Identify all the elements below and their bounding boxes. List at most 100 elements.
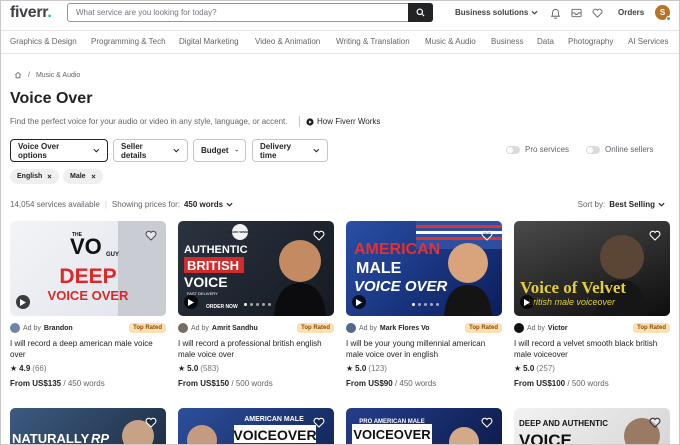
thumb-text: VOICEOVER bbox=[353, 427, 431, 442]
gig-thumbnail[interactable]: THE VO GUY DEEP VOICE OVER bbox=[10, 221, 166, 316]
seller-name[interactable]: Amrit Sandhu bbox=[212, 325, 258, 332]
favorite-heart-icon[interactable] bbox=[648, 228, 662, 242]
category-link[interactable]: Writing & Translation bbox=[336, 37, 410, 46]
filter-chip-english: English bbox=[10, 169, 60, 184]
search-input[interactable] bbox=[68, 4, 408, 21]
divider bbox=[299, 116, 300, 127]
favorite-heart-icon[interactable] bbox=[312, 228, 326, 242]
filter-label: Voice Over options bbox=[18, 141, 60, 160]
gig-card-partial[interactable]: DEEP AND AUTHENTIC VOICE bbox=[514, 408, 670, 444]
gig-card[interactable]: AMERICAN MALE VOICE OVER Ad by Mark Flor… bbox=[346, 221, 502, 388]
gig-card[interactable]: AWARD WINNING AUTHENTIC BRITISH VOICE FA… bbox=[178, 221, 334, 388]
online-sellers-toggle[interactable]: Online sellers bbox=[586, 145, 653, 154]
close-icon[interactable] bbox=[91, 174, 96, 179]
play-icon[interactable] bbox=[16, 295, 30, 309]
seller-avatar[interactable] bbox=[514, 323, 524, 333]
category-link[interactable]: Music & Audio bbox=[425, 37, 476, 46]
rating: ★ 5.0 (257) bbox=[514, 364, 555, 373]
search-button[interactable] bbox=[408, 3, 433, 22]
user-avatar[interactable]: S bbox=[655, 5, 671, 21]
seller-row: Ad by Mark Flores Vo Top Rated bbox=[346, 322, 502, 334]
gig-thumbnail[interactable]: Voice of Velvet british male voiceover bbox=[514, 221, 670, 316]
play-icon[interactable] bbox=[184, 295, 198, 309]
toggle-switch[interactable] bbox=[506, 145, 520, 154]
favorite-heart-icon[interactable] bbox=[648, 415, 662, 429]
gig-card-partial[interactable]: NATURALLY RP bbox=[10, 408, 166, 444]
gig-card-partial[interactable]: PRO AMERICAN MALE VOICEOVER bbox=[346, 408, 502, 444]
filter-label: Delivery time bbox=[260, 141, 292, 160]
category-link[interactable]: Photography bbox=[568, 37, 613, 46]
gig-title[interactable]: I will record a deep american male voice… bbox=[10, 338, 166, 360]
thumb-text: AMERICAN bbox=[354, 241, 440, 258]
page-subtitle: Find the perfect voice for your audio or… bbox=[10, 117, 288, 126]
seller-name[interactable]: Victor bbox=[548, 325, 568, 332]
gig-thumbnail[interactable]: AWARD WINNING AUTHENTIC BRITISH VOICE FA… bbox=[178, 221, 334, 316]
filter-label: Seller details bbox=[121, 141, 147, 160]
bell-icon[interactable] bbox=[549, 7, 561, 19]
review-count: (583) bbox=[200, 364, 219, 373]
ad-label: Ad by bbox=[191, 324, 209, 332]
play-icon[interactable] bbox=[520, 295, 534, 309]
review-count: (66) bbox=[32, 364, 47, 373]
category-link[interactable]: Graphics & Design bbox=[10, 37, 77, 46]
seller-avatar[interactable] bbox=[10, 323, 20, 333]
carousel-dots[interactable] bbox=[412, 303, 439, 306]
top-rated-badge: Top Rated bbox=[297, 323, 334, 333]
seller-details-filter[interactable]: Seller details bbox=[113, 139, 188, 162]
gig-card-partial[interactable]: AMERICAN MALE VOICEOVER bbox=[178, 408, 334, 444]
play-icon[interactable] bbox=[352, 295, 366, 309]
gig-thumbnail[interactable]: AMERICAN MALE VOICE OVER bbox=[346, 221, 502, 316]
toggle-switch[interactable] bbox=[586, 145, 600, 154]
star-icon: ★ bbox=[514, 364, 522, 373]
favorite-heart-icon[interactable] bbox=[144, 228, 158, 242]
category-link[interactable]: AI Services bbox=[628, 37, 668, 46]
category-link[interactable]: Data bbox=[537, 37, 554, 46]
seller-name[interactable]: Brandon bbox=[44, 325, 73, 332]
rating: ★ 4.9 (66) bbox=[10, 364, 47, 373]
seller-avatar[interactable] bbox=[346, 323, 356, 333]
fiverr-logo[interactable]: fiverr. bbox=[10, 4, 52, 22]
favorite-heart-icon[interactable] bbox=[480, 228, 494, 242]
thumb-text: DEEP AND AUTHENTIC bbox=[519, 419, 608, 428]
gig-title[interactable]: I will be your young millennial american… bbox=[346, 338, 502, 360]
heart-icon[interactable] bbox=[591, 7, 603, 19]
breadcrumb-item[interactable]: Music & Audio bbox=[36, 72, 80, 79]
delivery-time-filter[interactable]: Delivery time bbox=[252, 139, 328, 162]
category-link[interactable]: Video & Animation bbox=[255, 37, 320, 46]
breadcrumb: / Music & Audio bbox=[14, 71, 80, 79]
category-link[interactable]: Business bbox=[491, 37, 523, 46]
price-unit: / 450 words bbox=[394, 379, 437, 388]
chevron-down-icon bbox=[173, 148, 180, 153]
words-dropdown[interactable]: 450 words bbox=[184, 200, 233, 209]
gig-title[interactable]: I will record a velvet smooth black brit… bbox=[514, 338, 670, 360]
orders-link[interactable]: Orders bbox=[618, 8, 644, 17]
business-solutions-menu[interactable]: Business solutions bbox=[455, 8, 538, 17]
rating: ★ 5.0 (123) bbox=[346, 364, 387, 373]
rating: ★ 5.0 (583) bbox=[178, 364, 219, 373]
how-fiverr-works-link[interactable]: How Fiverr Works bbox=[306, 117, 380, 126]
seller-name[interactable]: Mark Flores Vo bbox=[380, 325, 430, 332]
favorite-heart-icon[interactable] bbox=[312, 415, 326, 429]
sort-value: Best Selling bbox=[609, 200, 655, 209]
voice-over-options-filter[interactable]: Voice Over options bbox=[10, 139, 108, 162]
price-value: From US$90 bbox=[346, 379, 393, 388]
gig-card[interactable]: THE VO GUY DEEP VOICE OVER Ad by Brandon… bbox=[10, 221, 166, 388]
home-icon[interactable] bbox=[14, 71, 22, 79]
pro-services-toggle[interactable]: Pro services bbox=[506, 145, 569, 154]
chip-label: English bbox=[17, 173, 43, 180]
category-link[interactable]: Programming & Tech bbox=[91, 37, 166, 46]
sort-dropdown[interactable]: Best Selling bbox=[609, 200, 665, 209]
favorite-heart-icon[interactable] bbox=[480, 415, 494, 429]
play-circle-icon bbox=[306, 117, 314, 126]
budget-filter[interactable]: Budget bbox=[193, 139, 246, 162]
top-rated-badge: Top Rated bbox=[129, 323, 166, 333]
close-icon[interactable] bbox=[47, 174, 52, 179]
favorite-heart-icon[interactable] bbox=[144, 415, 158, 429]
gig-title[interactable]: I will record a professional british eng… bbox=[178, 338, 334, 360]
gig-card[interactable]: Voice of Velvet british male voiceover A… bbox=[514, 221, 670, 388]
mail-icon[interactable] bbox=[570, 7, 582, 19]
seller-avatar[interactable] bbox=[178, 323, 188, 333]
thumb-text: VOICE OVER bbox=[48, 288, 130, 303]
carousel-dots[interactable] bbox=[244, 303, 271, 306]
category-link[interactable]: Digital Marketing bbox=[179, 37, 239, 46]
